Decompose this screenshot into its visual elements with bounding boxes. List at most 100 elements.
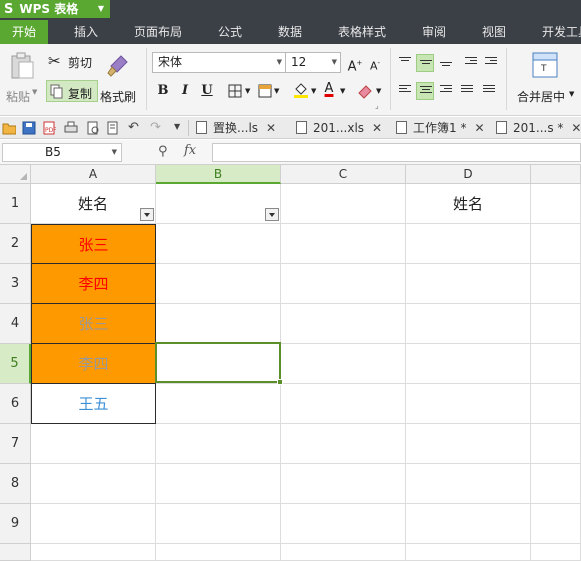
align-left-button[interactable] [396,82,414,100]
close-icon[interactable]: ✕ [571,121,581,135]
cell-e1[interactable] [531,184,581,224]
cell-a2[interactable]: 张三 [31,224,156,264]
tab-insert[interactable]: 插入 [74,20,98,44]
cell-e2[interactable] [531,224,581,264]
customize-toolbar-icon[interactable]: ▼ [174,122,180,131]
cell-c6[interactable] [281,384,406,424]
cell-a9[interactable] [31,504,156,544]
cell-b9[interactable] [156,504,281,544]
row-header-4[interactable]: 4 [0,304,31,344]
cell-e10[interactable] [531,544,581,561]
cell-style-button[interactable] [256,82,274,100]
justify-button[interactable] [458,82,476,100]
align-middle-button[interactable] [416,54,434,72]
cell-c7[interactable] [281,424,406,464]
select-all-corner[interactable] [0,165,31,184]
cell-d4[interactable] [406,304,531,344]
tab-home[interactable]: 开始 [0,20,49,44]
column-header-e[interactable] [531,165,581,184]
increase-indent-button[interactable] [482,54,500,72]
column-header-c[interactable]: C [281,165,406,184]
insert-function-button[interactable]: fx [184,143,196,158]
decrease-indent-button[interactable] [462,54,480,72]
cell-c9[interactable] [281,504,406,544]
export-pdf-icon[interactable]: PDF [42,121,56,135]
cell-a3[interactable]: 李四 [31,264,156,304]
cell-d10[interactable] [406,544,531,561]
align-bottom-button[interactable] [437,54,455,72]
font-dialog-launcher[interactable]: ⌟ [375,101,379,110]
fill-handle[interactable] [277,379,283,385]
cell-d8[interactable] [406,464,531,504]
font-name-select[interactable]: 宋体 ▼ [152,52,286,73]
cell-b10[interactable] [156,544,281,561]
row-header-1[interactable]: 1 [0,184,31,224]
copy-button[interactable]: 复制 [46,80,98,102]
row-header-8[interactable]: 8 [0,464,31,504]
format-painter-button[interactable]: 格式刷 [100,50,140,106]
merge-center-button[interactable]: T 合并居中 ▼ [512,50,581,106]
cell-b7[interactable] [156,424,281,464]
cell-a6[interactable]: 王五 [31,384,156,424]
redo-icon[interactable]: ↷ [150,120,161,135]
paste-button[interactable]: 粘贴 ▼ [4,50,40,106]
font-size-select[interactable]: 12 ▼ [285,52,341,73]
row-header-2[interactable]: 2 [0,224,31,264]
align-right-button[interactable] [437,82,455,100]
cell-b8[interactable] [156,464,281,504]
formula-input[interactable] [212,143,581,162]
column-header-d[interactable]: D [406,165,531,184]
doc-tab[interactable]: 工作簿1 * ✕ [396,118,485,138]
cell-a10[interactable] [31,544,156,561]
cell-c1[interactable] [281,184,406,224]
print-icon[interactable] [64,121,78,135]
cell-d3[interactable] [406,264,531,304]
decrease-font-button[interactable]: A- [366,54,384,73]
bold-button[interactable]: B [154,82,172,100]
app-menu-button[interactable]: S WPS 表格 ▼ [0,0,110,18]
cut-button[interactable]: ✂ 剪切 [48,52,96,72]
cell-e4[interactable] [531,304,581,344]
close-icon[interactable]: ✕ [266,121,276,135]
doc-tab-active[interactable]: 201...s * ✕ [496,118,581,138]
row-header-9[interactable]: 9 [0,504,31,544]
doc-tab[interactable]: 置换...ls ✕ [196,118,276,138]
cell-e8[interactable] [531,464,581,504]
tab-formulas[interactable]: 公式 [218,20,242,44]
row-header-3[interactable]: 3 [0,264,31,304]
page-preview-icon[interactable] [106,121,120,135]
align-top-button[interactable] [396,54,414,72]
cell-d2[interactable] [406,224,531,264]
column-header-b[interactable]: B [156,165,281,184]
cell-b1[interactable] [156,184,281,224]
cell-d1[interactable]: 姓名 [406,184,531,224]
cell-d6[interactable] [406,384,531,424]
font-color-button[interactable]: A [320,80,338,98]
cell-a7[interactable] [31,424,156,464]
align-center-button[interactable] [416,82,434,100]
cell-e9[interactable] [531,504,581,544]
save-icon[interactable] [22,121,36,135]
cell-b2[interactable] [156,224,281,264]
borders-button[interactable] [226,82,244,100]
row-header-5[interactable]: 5 [0,344,31,384]
doc-tab[interactable]: 201...xls ✕ [296,118,382,138]
cell-c8[interactable] [281,464,406,504]
cell-b3[interactable] [156,264,281,304]
cell-d7[interactable] [406,424,531,464]
cell-d5[interactable] [406,344,531,384]
close-icon[interactable]: ✕ [372,121,382,135]
name-box[interactable]: B5 ▼ [2,143,122,162]
open-folder-icon[interactable] [2,121,16,135]
column-header-a[interactable]: A [31,165,156,184]
distributed-align-button[interactable] [480,82,498,100]
cell-e7[interactable] [531,424,581,464]
cell-e3[interactable] [531,264,581,304]
undo-icon[interactable]: ↶ [128,120,139,135]
increase-font-button[interactable]: A+ [346,54,364,74]
tab-data[interactable]: 数据 [278,20,302,44]
row-header-10[interactable] [0,544,31,561]
tab-table-style[interactable]: 表格样式 [338,20,386,44]
zoom-search-icon[interactable]: ⚲ [158,144,168,159]
row-header-6[interactable]: 6 [0,384,31,424]
